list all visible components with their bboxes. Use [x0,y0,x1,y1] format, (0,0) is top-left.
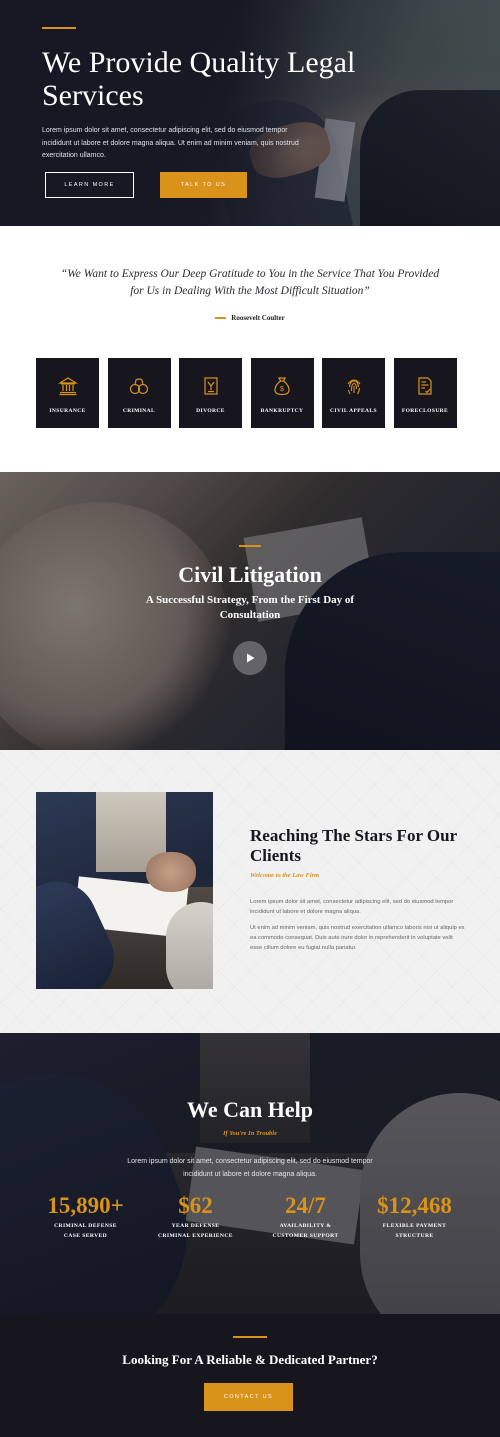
service-label: BANKRUPTCY [260,408,304,414]
services-grid: INSURANCE CRIMINAL DIVORCE $ BANKRUPTCY [36,358,457,428]
stat-cases: 15,890+ CRIMINAL DEFENSE CASE SERVED [23,1193,148,1241]
stat-payment: $12,468 FLEXIBLE PAYMENT STRUCTURE [352,1193,477,1241]
civil-accent-line [239,545,261,547]
service-label: CIVIL APPEALS [330,408,377,414]
hero-section: We Provide Quality Legal Services Lorem … [0,0,500,226]
stat-value: 15,890+ [47,1193,124,1218]
stat-value: 24/7 [285,1193,326,1218]
service-card-divorce[interactable]: DIVORCE [179,358,242,428]
service-card-foreclosure[interactable]: FORECLOSURE [393,358,457,428]
stat-label: FLEXIBLE PAYMENT STRUCTURE [382,1223,447,1239]
service-card-bankruptcy[interactable]: $ BANKRUPTCY [250,358,314,428]
help-section: We Can Help If You're In Trouble Lorem i… [0,1033,500,1314]
service-card-criminal[interactable]: CRIMINAL [107,358,171,428]
help-kicker: If You're In Trouble [223,1130,277,1137]
help-title: We Can Help [187,1097,313,1122]
cta-accent-line [233,1336,267,1338]
hero-accent-line [42,27,76,29]
testimonial-quote: “We Want to Express Our Deep Gratitude t… [60,268,440,297]
service-label: CRIMINAL [122,408,156,414]
help-description: Lorem ipsum dolor sit amet, consectetur … [127,1158,373,1178]
service-card-insurance[interactable]: INSURANCE [36,358,99,428]
talk-to-us-button[interactable]: TALK TO US [160,172,247,198]
service-label: DIVORCE [196,408,225,414]
document-icon [203,377,218,395]
video-play-button[interactable] [233,641,267,675]
hero-title: We Provide Quality Legal Services [42,46,356,112]
contact-us-button[interactable]: CONTACT US [204,1383,293,1411]
stat-label: YEAR DEFENSE CRIMINAL EXPERIENCE [158,1223,233,1239]
civil-subtitle: A Successful Strategy, From the First Da… [145,594,355,621]
stat-label: AVAILABILITY & CUSTOMER SUPPORT [272,1223,339,1239]
signing-contract-image [36,792,213,989]
civil-title: Civil Litigation [178,562,322,587]
author-accent-line [215,317,227,319]
civil-litigation-section: Civil Litigation A Successful Strategy, … [0,472,500,750]
stat-value: $62 [178,1193,213,1218]
svg-text:$: $ [280,386,284,393]
service-label: FORECLOSURE [401,408,449,414]
learn-more-button[interactable]: LEARN MORE [45,172,134,198]
play-icon [247,653,255,663]
testimonial-author: Roosevelt Coulter [0,314,500,322]
about-kicker: Welcome to the Law Firm [250,872,320,879]
author-name: Roosevelt Coulter [231,314,285,322]
about-paragraph-1: Lorem ipsum dolor sit amet, consectetur … [250,899,454,915]
about-section: Reaching The Stars For Our Clients Welco… [0,750,500,1033]
cta-section: Looking For A Reliable & Dedicated Partn… [0,1314,500,1437]
contract-icon [418,377,432,395]
testimonial-section: “We Want to Express Our Deep Gratitude t… [0,226,500,472]
stat-value: $12,468 [377,1193,452,1218]
about-paragraph-2: Ut enim ad minim veniam, quis nostrud ex… [250,925,465,951]
fingerprint-icon [347,379,360,395]
bank-icon [57,377,78,396]
cta-title: Looking For A Reliable & Dedicated Partn… [122,1352,378,1367]
hero-description: Lorem ipsum dolor sit amet, consectetur … [42,127,299,159]
stat-experience: $62 YEAR DEFENSE CRIMINAL EXPERIENCE [133,1193,258,1241]
service-label: INSURANCE [49,408,86,414]
money-bag-icon: $ [274,377,290,396]
handcuffs-icon [129,378,149,395]
stat-availability: 24/7 AVAILABILITY & CUSTOMER SUPPORT [243,1193,368,1241]
about-title: Reaching The Stars For Our Clients [250,826,457,865]
stat-label: CRIMINAL DEFENSE CASE SERVED [54,1223,117,1239]
service-card-civil-appeals[interactable]: CIVIL APPEALS [322,358,385,428]
